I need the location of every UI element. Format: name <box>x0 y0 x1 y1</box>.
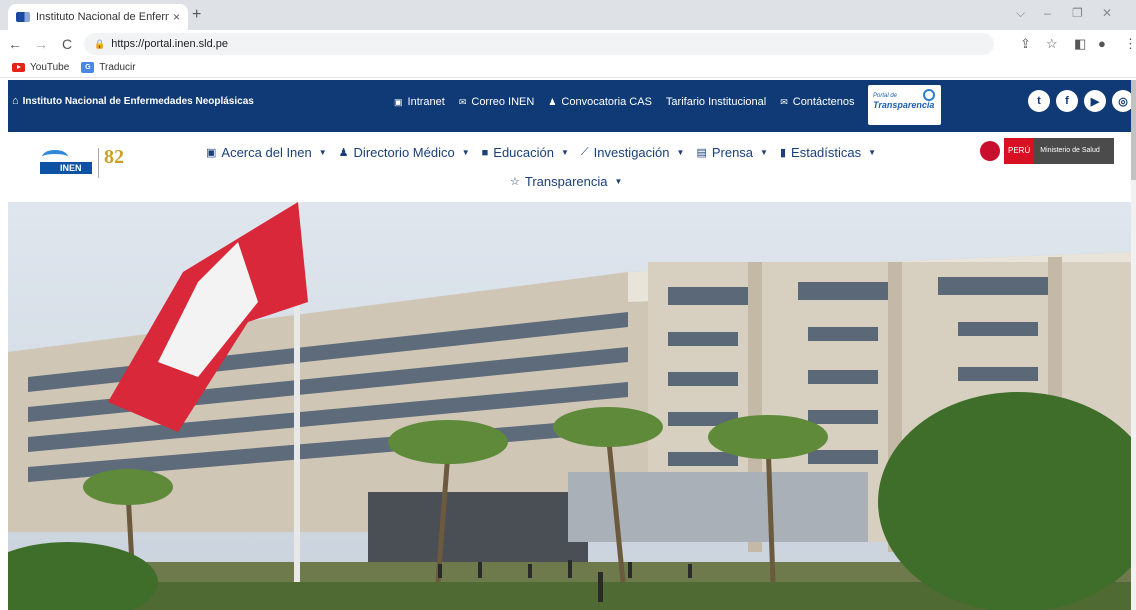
top-link-intranet[interactable]: ▣ Intranet <box>394 96 445 108</box>
restore-icon[interactable]: ❐ <box>1072 6 1083 20</box>
about-icon: ▣ <box>206 147 217 159</box>
brand-name: Instituto Nacional de Enfermedades Neopl… <box>22 95 254 107</box>
coat-of-arms-icon <box>980 141 1000 161</box>
nav-row-2: ☆ Transparencia ▼ <box>510 174 634 189</box>
brand-home-link[interactable]: ⌂ Instituto Nacional de Enfermedades Neo… <box>12 95 254 107</box>
bookmark-traducir[interactable]: G Traducir <box>81 62 136 73</box>
chevron-down-icon: ▼ <box>868 148 877 157</box>
chevron-down-icon: ▼ <box>760 148 768 157</box>
browser-toolbar: ← → C 🔒 https://portal.inen.sld.pe ⇪ ☆ ◧… <box>0 30 1136 58</box>
lock-icon[interactable]: 🔒 <box>94 39 105 50</box>
book-icon: ■ <box>481 146 489 159</box>
star-icon: ☆ <box>510 176 520 188</box>
top-link-label: Intranet <box>407 96 445 108</box>
bookmark-label: YouTube <box>30 62 70 73</box>
translate-icon: G <box>81 62 95 73</box>
nav-label: Acerca del Inen <box>221 145 312 160</box>
page-scrollbar[interactable] <box>1131 80 1136 610</box>
transparency-line2: Transparencia <box>873 100 935 110</box>
nav-investigacion[interactable]: ⟋ Investigación ▼ <box>581 145 685 160</box>
top-link-convocatoria[interactable]: ♟ Convocatoria CAS <box>548 96 652 108</box>
chevron-down-icon: ▼ <box>461 148 470 157</box>
top-link-label: Contáctenos <box>792 96 855 108</box>
nav-label: Directorio Médico <box>353 145 455 160</box>
social-links: t f ▶ ◎ <box>1028 90 1136 112</box>
tab-close-icon[interactable]: × <box>173 10 180 24</box>
transparency-portal-button[interactable]: Portal de Transparencia <box>868 85 941 125</box>
profile-icon[interactable]: ● <box>1098 36 1106 51</box>
chevron-down-icon: ▼ <box>614 177 623 186</box>
nav-estadisticas[interactable]: ▮ Estadísticas ▼ <box>780 145 876 160</box>
newspaper-icon: ▤ <box>696 147 707 159</box>
address-bar[interactable]: 🔒 https://portal.inen.sld.pe <box>84 33 994 55</box>
mail-icon: ✉ <box>458 96 467 107</box>
home-icon: ⌂ <box>12 95 19 107</box>
bar-chart-icon: ▮ <box>779 147 787 159</box>
browser-tabstrip: Instituto Nacional de Enfermeda × + ⌵ – … <box>0 0 1136 30</box>
site-topbar: ⌂ Instituto Nacional de Enfermedades Neo… <box>8 80 1134 132</box>
top-link-correo[interactable]: ✉ Correo INEN <box>459 96 535 108</box>
doctor-icon: ♟ <box>338 147 349 159</box>
top-link-contacto[interactable]: ✉ Contáctenos <box>780 96 854 108</box>
nav-prensa[interactable]: ▤ Prensa ▼ <box>696 145 768 160</box>
bookmarks-bar: YouTube G Traducir <box>0 58 1136 78</box>
bookmark-star-icon[interactable]: ☆ <box>1046 36 1058 52</box>
nav-row: ▣ Acerca del Inen ▼ ♟ Directorio Médico … <box>206 145 888 160</box>
tab-title: Instituto Nacional de Enfermeda <box>36 11 169 23</box>
url-text: https://portal.inen.sld.pe <box>111 38 229 50</box>
top-links: ▣ Intranet ✉ Correo INEN ♟ Convocatoria … <box>394 96 869 108</box>
magnifier-icon <box>923 89 935 101</box>
reload-icon[interactable]: C <box>56 36 78 52</box>
top-link-label: Convocatoria CAS <box>561 96 652 108</box>
ministry-label: Ministerio de Salud <box>1034 138 1115 164</box>
forward-icon[interactable]: → <box>30 36 52 52</box>
id-card-icon: ▣ <box>394 96 403 107</box>
top-link-tarifario[interactable]: Tarifario Institucional <box>666 96 766 108</box>
mail-icon: ✉ <box>780 96 788 107</box>
twitter-icon[interactable]: t <box>1028 90 1050 112</box>
logo-divider <box>98 148 99 178</box>
new-tab-button[interactable]: + <box>192 6 201 24</box>
nav-label: Educación <box>493 145 554 160</box>
browser-tab[interactable]: Instituto Nacional de Enfermeda × <box>8 4 188 30</box>
scrollbar-thumb[interactable] <box>1131 80 1136 180</box>
bookmark-youtube[interactable]: YouTube <box>12 62 69 73</box>
back-icon[interactable]: ← <box>4 36 26 52</box>
top-link-label: Correo INEN <box>471 96 535 108</box>
nav-directorio[interactable]: ♟ Directorio Médico ▼ <box>339 145 470 160</box>
minimize-icon[interactable]: – <box>1044 6 1051 20</box>
person-icon: ♟ <box>548 96 557 107</box>
main-nav: INEN 82 ▣ Acerca del Inen ▼ ♟ Directorio… <box>8 132 1132 202</box>
nav-educacion[interactable]: ■ Educación ▼ <box>482 145 569 160</box>
nav-label: Prensa <box>711 145 754 160</box>
tab-search-icon[interactable]: ⌵ <box>1016 6 1025 21</box>
nav-label: Estadísticas <box>791 145 862 160</box>
youtube-icon <box>12 63 25 72</box>
nav-acerca[interactable]: ▣ Acerca del Inen ▼ <box>206 145 327 160</box>
chart-line-icon: ⟋ <box>580 146 589 158</box>
hero-building-photo <box>8 202 1132 610</box>
nav-label: Transparencia <box>524 174 608 189</box>
window-close-icon[interactable]: ✕ <box>1102 6 1112 20</box>
nav-label: Investigación <box>593 145 670 160</box>
youtube-icon[interactable]: ▶ <box>1084 90 1106 112</box>
menu-kebab-icon[interactable]: ⋮ <box>1124 36 1136 52</box>
share-icon[interactable]: ⇪ <box>1020 36 1031 52</box>
side-panel-icon[interactable]: ◧ <box>1074 36 1086 52</box>
bookmark-label: Traducir <box>99 62 136 73</box>
logo-text: INEN <box>40 162 92 174</box>
site-favicon-icon <box>16 12 30 22</box>
hero-image <box>8 202 1132 610</box>
nav-transparencia[interactable]: ☆ Transparencia ▼ <box>510 174 622 189</box>
facebook-icon[interactable]: f <box>1056 90 1078 112</box>
chevron-down-icon: ▼ <box>676 148 685 157</box>
chevron-down-icon: ▼ <box>318 148 327 157</box>
chevron-down-icon: ▼ <box>561 148 569 157</box>
country-label: PERÚ <box>1004 138 1035 164</box>
anniversary-badge: 82 <box>104 146 124 168</box>
ministry-logo[interactable]: PERÚ Ministerio de Salud <box>980 138 1115 164</box>
inen-logo[interactable]: INEN 82 <box>40 144 140 180</box>
top-link-label: Tarifario Institucional <box>665 96 767 108</box>
